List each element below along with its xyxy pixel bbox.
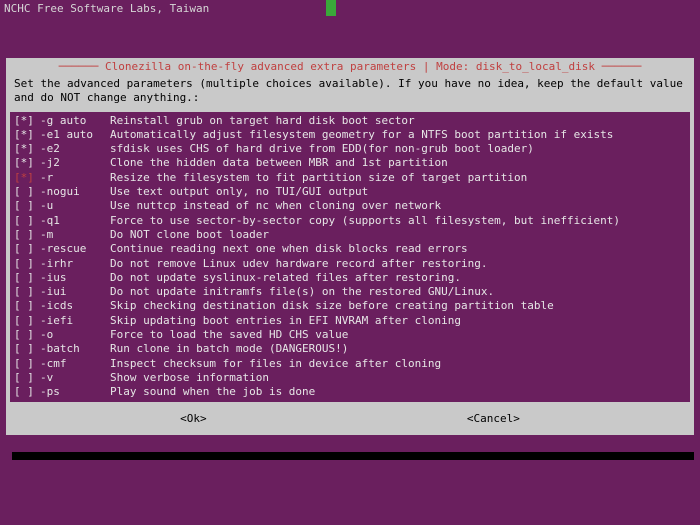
option-checkbox[interactable]: [ ] (14, 242, 40, 256)
option-checkbox[interactable]: [ ] (14, 214, 40, 228)
option-row[interactable]: [ ]-noguiUse text output only, no TUI/GU… (14, 185, 686, 199)
title-dash-right: ────── (595, 60, 641, 73)
option-row[interactable]: [ ]-icdsSkip checking destination disk s… (14, 299, 686, 313)
option-description: Skip checking destination disk size befo… (110, 299, 554, 312)
option-description: Force to use sector-by-sector copy (supp… (110, 214, 620, 227)
option-flag: -m (40, 228, 110, 242)
option-flag: -e2 (40, 142, 110, 156)
cursor-marker (326, 0, 336, 16)
cancel-button[interactable]: <Cancel> (463, 412, 524, 425)
option-checkbox[interactable]: [ ] (14, 257, 40, 271)
options-list[interactable]: [*]-g autoReinstall grub on target hard … (10, 112, 690, 402)
option-flag: -g auto (40, 114, 110, 128)
lab-label: NCHC Free Software Labs, Taiwan (4, 2, 209, 15)
option-description: Show verbose information (110, 371, 269, 384)
option-description: Clone the hidden data between MBR and 1s… (110, 156, 448, 169)
option-checkbox[interactable]: [*] (14, 156, 40, 170)
option-flag: -rescue (40, 242, 110, 256)
option-description: sfdisk uses CHS of hard drive from EDD(f… (110, 142, 534, 155)
option-description: Use text output only, no TUI/GUI output (110, 185, 368, 198)
option-checkbox[interactable]: [*] (14, 171, 40, 185)
option-description: Do not update initramfs file(s) on the r… (110, 285, 494, 298)
option-row[interactable]: [ ]-psPlay sound when the job is done (14, 385, 686, 399)
option-flag: -j2 (40, 156, 110, 170)
option-flag: -o (40, 328, 110, 342)
option-description: Use nuttcp instead of nc when cloning ov… (110, 199, 441, 212)
option-checkbox[interactable]: [ ] (14, 314, 40, 328)
dialog-title-text: Clonezilla on-the-fly advanced extra par… (105, 60, 595, 73)
option-flag: -irhr (40, 257, 110, 271)
option-description: Reinstall grub on target hard disk boot … (110, 114, 415, 127)
option-checkbox[interactable]: [ ] (14, 199, 40, 213)
option-flag: -q1 (40, 214, 110, 228)
option-description: Do NOT clone boot loader (110, 228, 269, 241)
option-row[interactable]: [ ]-iuiDo not update initramfs file(s) o… (14, 285, 686, 299)
option-row[interactable]: [ ]-mDo NOT clone boot loader (14, 228, 686, 242)
option-description: Automatically adjust filesystem geometry… (110, 128, 613, 141)
option-checkbox[interactable]: [ ] (14, 285, 40, 299)
option-row[interactable]: [ ]-batchRun clone in batch mode (DANGER… (14, 342, 686, 356)
option-checkbox[interactable]: [*] (14, 128, 40, 142)
option-description: Play sound when the job is done (110, 385, 315, 398)
option-row[interactable]: [ ]-q1Force to use sector-by-sector copy… (14, 214, 686, 228)
option-description: Continue reading next one when disk bloc… (110, 242, 468, 255)
screen-area: ────── Clonezilla on-the-fly advanced ex… (6, 22, 694, 502)
title-dash-left: ────── (59, 60, 105, 73)
option-row[interactable]: [ ]-uUse nuttcp instead of nc when cloni… (14, 199, 686, 213)
option-checkbox[interactable]: [ ] (14, 328, 40, 342)
option-description: Inspect checksum for files in device aft… (110, 357, 441, 370)
option-flag: -cmf (40, 357, 110, 371)
advanced-params-dialog: ────── Clonezilla on-the-fly advanced ex… (6, 58, 694, 435)
option-description: Resize the filesystem to fit partition s… (110, 171, 527, 184)
option-checkbox[interactable]: [ ] (14, 271, 40, 285)
option-checkbox[interactable]: [ ] (14, 185, 40, 199)
option-checkbox[interactable]: [ ] (14, 228, 40, 242)
option-row[interactable]: [*]-g autoReinstall grub on target hard … (14, 114, 686, 128)
option-row[interactable]: [ ]-irhrDo not remove Linux udev hardwar… (14, 257, 686, 271)
option-flag: -r (40, 171, 110, 185)
option-row[interactable]: [*]-rResize the filesystem to fit partit… (14, 171, 686, 185)
option-checkbox[interactable]: [ ] (14, 357, 40, 371)
option-row[interactable]: [ ]-vShow verbose information (14, 371, 686, 385)
option-row[interactable]: [ ]-iefiSkip updating boot entries in EF… (14, 314, 686, 328)
option-flag: -batch (40, 342, 110, 356)
option-flag: -nogui (40, 185, 110, 199)
option-flag: -ps (40, 385, 110, 399)
option-row[interactable]: [ ]-cmfInspect checksum for files in dev… (14, 357, 686, 371)
dialog-shadow-bottom (12, 452, 694, 460)
option-flag: -iefi (40, 314, 110, 328)
dialog-instructions: Set the advanced parameters (multiple ch… (10, 77, 690, 112)
option-flag: -iui (40, 285, 110, 299)
option-row[interactable]: [ ]-rescueContinue reading next one when… (14, 242, 686, 256)
option-flag: -e1 auto (40, 128, 110, 142)
option-flag: -icds (40, 299, 110, 313)
option-row[interactable]: [*]-e2sfdisk uses CHS of hard drive from… (14, 142, 686, 156)
option-row[interactable]: [*]-j2Clone the hidden data between MBR … (14, 156, 686, 170)
option-checkbox[interactable]: [*] (14, 142, 40, 156)
option-row[interactable]: [ ]-oForce to load the saved HD CHS valu… (14, 328, 686, 342)
option-description: Force to load the saved HD CHS value (110, 328, 348, 341)
option-description: Skip updating boot entries in EFI NVRAM … (110, 314, 461, 327)
option-description: Do not update syslinux-related files aft… (110, 271, 461, 284)
option-flag: -v (40, 371, 110, 385)
option-flag: -u (40, 199, 110, 213)
option-checkbox[interactable]: [ ] (14, 371, 40, 385)
option-description: Do not remove Linux udev hardware record… (110, 257, 488, 270)
dialog-title: ────── Clonezilla on-the-fly advanced ex… (10, 58, 690, 77)
button-row: <Ok> <Cancel> (10, 402, 690, 427)
option-row[interactable]: [ ]-iusDo not update syslinux-related fi… (14, 271, 686, 285)
ok-button[interactable]: <Ok> (176, 412, 211, 425)
option-checkbox[interactable]: [ ] (14, 299, 40, 313)
terminal-header: NCHC Free Software Labs, Taiwan (0, 0, 700, 18)
option-flag: -ius (40, 271, 110, 285)
option-description: Run clone in batch mode (DANGEROUS!) (110, 342, 348, 355)
option-checkbox[interactable]: [ ] (14, 385, 40, 399)
option-row[interactable]: [*]-e1 autoAutomatically adjust filesyst… (14, 128, 686, 142)
option-checkbox[interactable]: [ ] (14, 342, 40, 356)
option-checkbox[interactable]: [*] (14, 114, 40, 128)
